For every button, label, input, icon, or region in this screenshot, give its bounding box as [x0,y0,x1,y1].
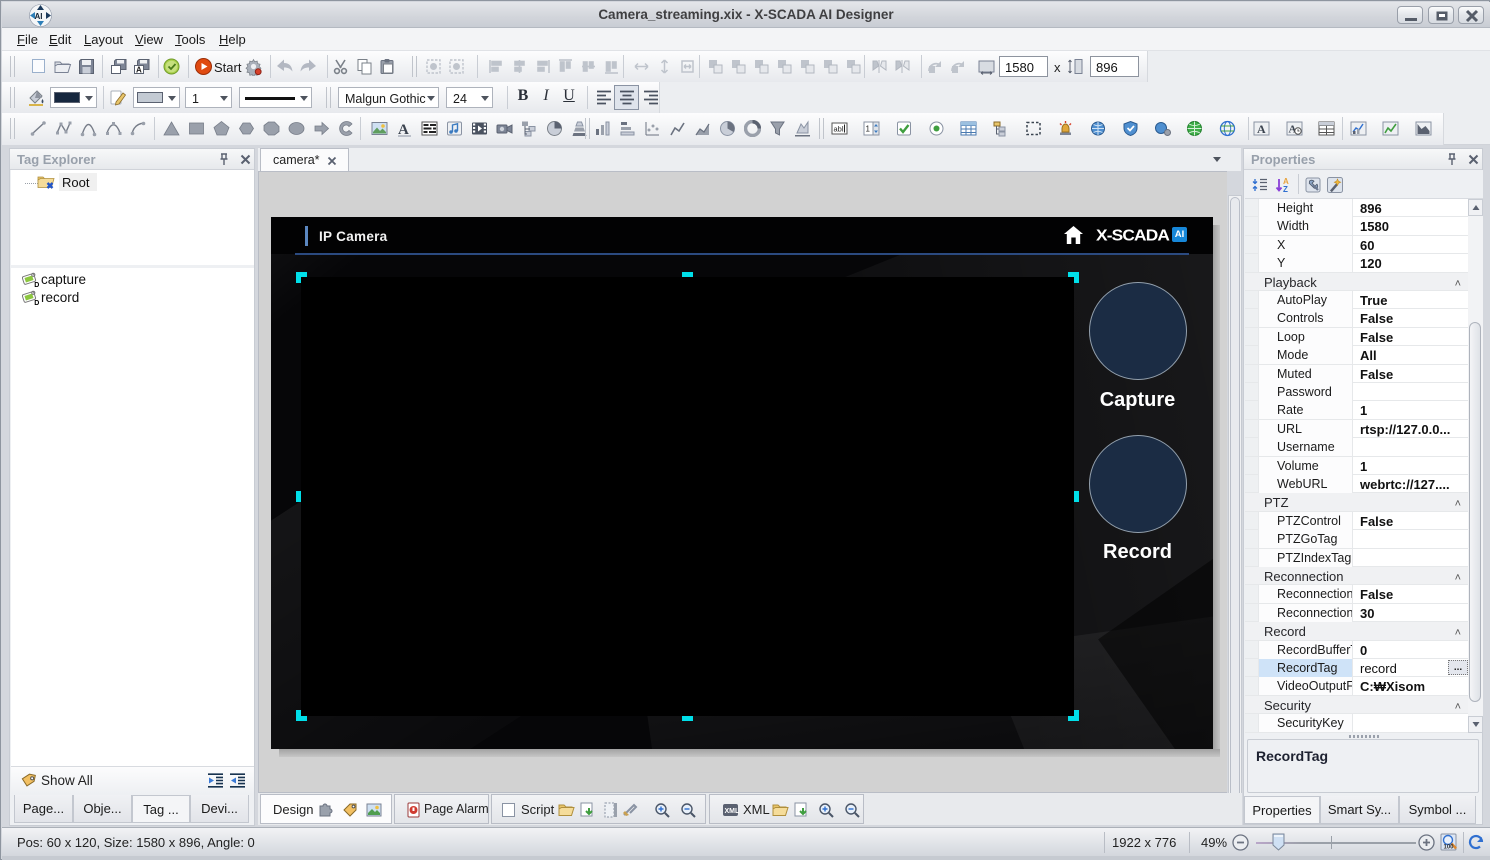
svg-text:abl: abl [834,125,844,134]
svg-text:XML: XML [725,808,740,815]
svg-text:100: 100 [1444,845,1455,851]
svg-text:A: A [398,122,409,137]
svg-text:1: 1 [866,125,871,134]
svg-text:A: A [136,66,142,75]
svg-text:D: D [34,300,39,306]
svg-text:D: D [34,282,39,288]
svg-text:A: A [1257,122,1266,136]
svg-text:Z: Z [1283,185,1288,193]
